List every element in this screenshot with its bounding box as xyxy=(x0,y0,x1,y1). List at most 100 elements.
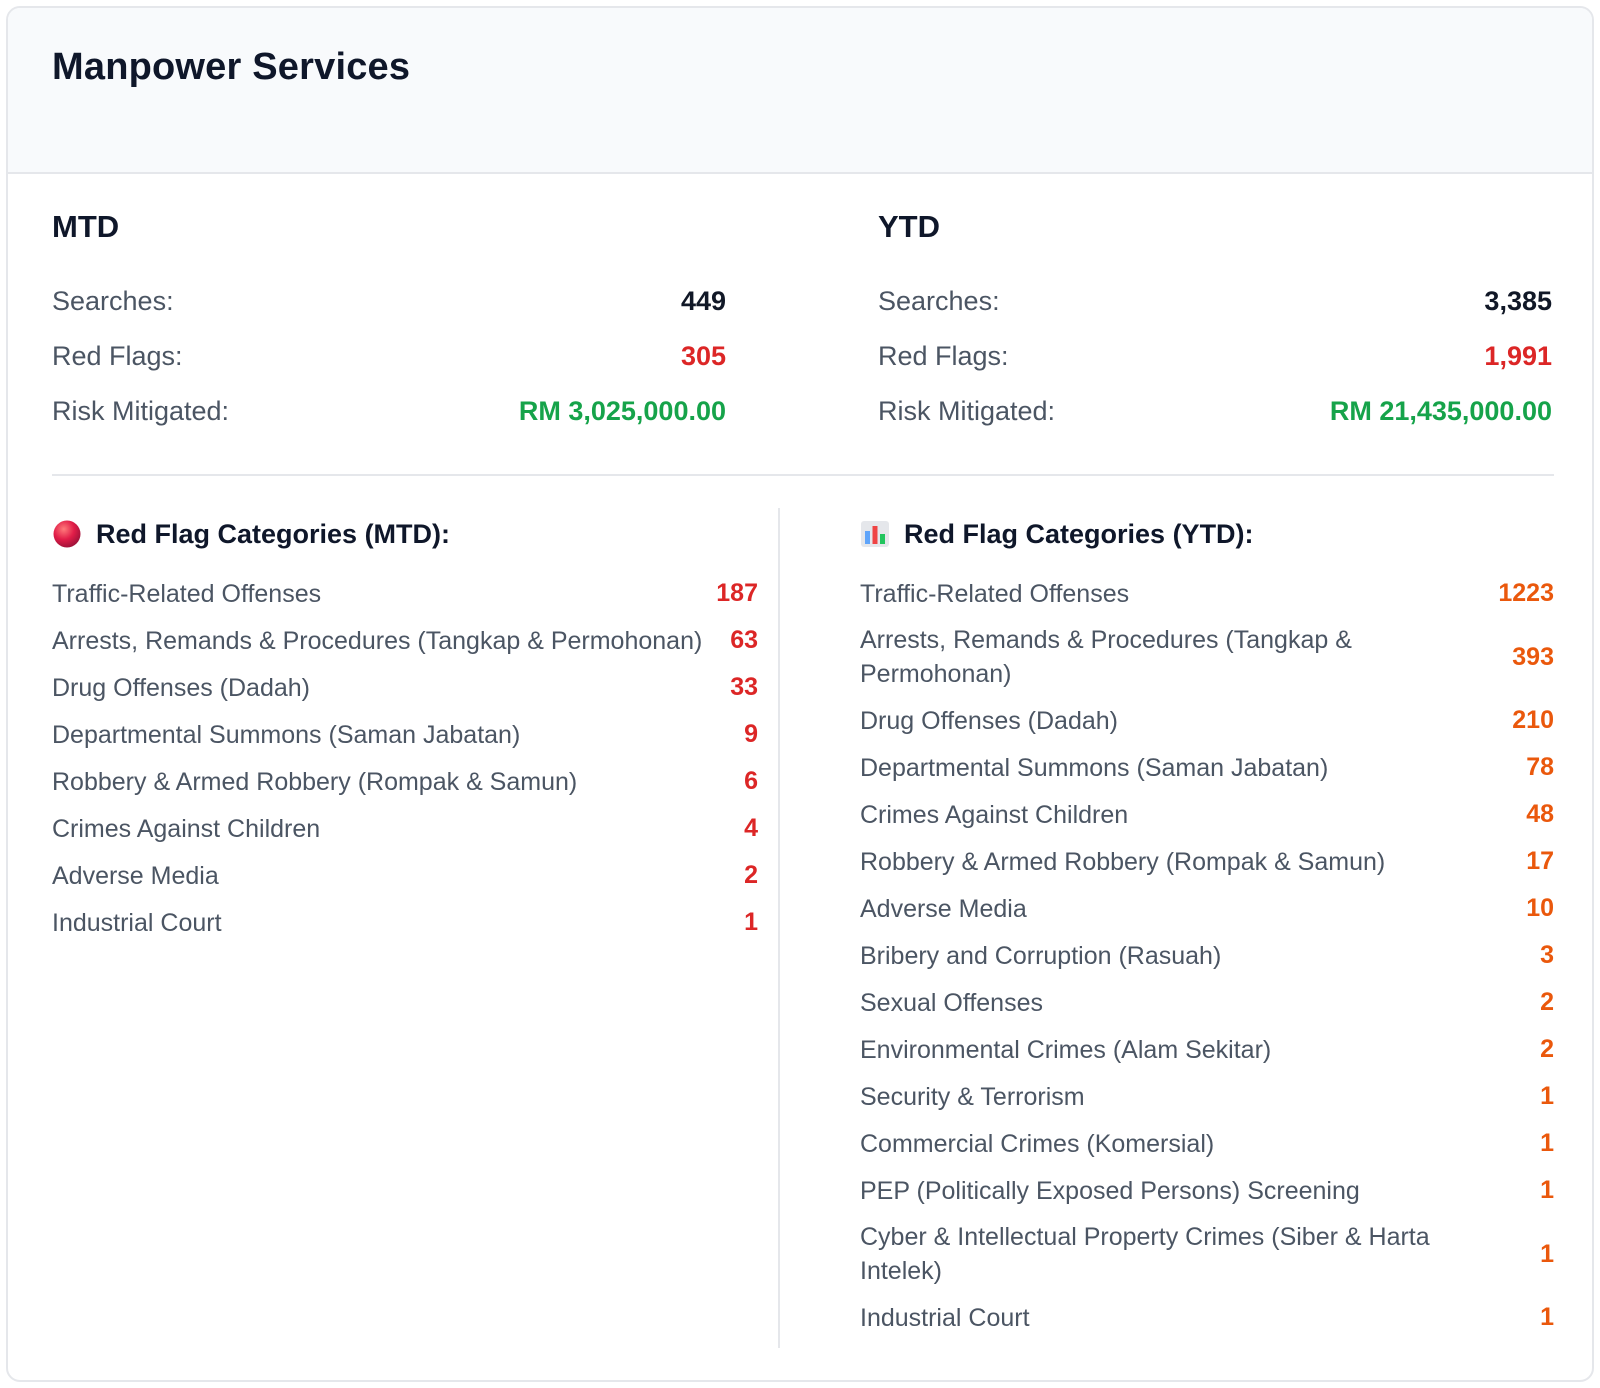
category-label: Traffic-Related Offenses xyxy=(860,579,1130,608)
mtd-risk-mitigated-value: RM 3,025,000.00 xyxy=(518,396,726,426)
category-row: Sexual Offenses 2 xyxy=(860,979,1554,1026)
category-count: 1 xyxy=(1540,1176,1554,1204)
category-count: 210 xyxy=(1512,706,1554,734)
category-row: Industrial Court 1 xyxy=(860,1294,1554,1341)
mtd-searches-row: Searches: 449 xyxy=(52,274,726,329)
category-label: Bribery and Corruption (Rasuah) xyxy=(860,941,1222,970)
category-label: Industrial Court xyxy=(860,1303,1030,1332)
ytd-category-list: Traffic-Related Offenses 1223 Arrests, Rem… xyxy=(860,570,1554,1341)
ytd-categories: Red Flag Categories (YTD): Traffic-Relat… xyxy=(860,512,1554,1341)
category-count: 393 xyxy=(1512,642,1554,671)
category-count: 9 xyxy=(744,720,758,748)
ytd-searches-value: 3,385 xyxy=(1484,286,1552,316)
category-label: Crimes Against Children xyxy=(860,800,1129,829)
category-row: Industrial Court 1 xyxy=(52,899,758,946)
category-row: Drug Offenses (Dadah) 33 xyxy=(52,664,758,711)
red-circle-icon xyxy=(52,519,82,549)
category-label: Departmental Summons (Saman Jabatan) xyxy=(52,720,521,749)
category-label: Departmental Summons (Saman Jabatan) xyxy=(860,753,1329,782)
summary-section: MTD Searches: 449 Red Flags: 305 Risk Mi… xyxy=(52,204,1554,476)
mtd-searches-value: 449 xyxy=(680,286,726,316)
category-count: 187 xyxy=(716,579,758,607)
mtd-categories-header: Red Flag Categories (MTD): xyxy=(52,512,758,556)
category-count: 63 xyxy=(730,626,758,654)
category-count: 33 xyxy=(730,673,758,701)
service-card: Manpower Services MTD Searches: 449 Red … xyxy=(6,6,1594,1382)
ytd-risk-mitigated-value: RM 21,435,000.00 xyxy=(1329,396,1552,426)
category-row: Traffic-Related Offenses 187 xyxy=(52,570,758,617)
category-label: Cyber & Intellectual Property Crimes (Si… xyxy=(860,1223,1430,1285)
category-count: 1223 xyxy=(1498,579,1554,607)
category-count: 1 xyxy=(1540,1303,1554,1331)
ytd-red-flags-value: 1,991 xyxy=(1484,341,1552,371)
ytd-categories-header: Red Flag Categories (YTD): xyxy=(860,512,1554,556)
category-row: Environmental Crimes (Alam Sekitar) 2 xyxy=(860,1026,1554,1073)
category-row: Bribery and Corruption (Rasuah) 3 xyxy=(860,932,1554,979)
category-count: 4 xyxy=(744,814,758,842)
category-row: Cyber & Intellectual Property Crimes (Si… xyxy=(860,1214,1554,1294)
category-count: 3 xyxy=(1540,941,1554,969)
category-count: 2 xyxy=(1540,1035,1554,1063)
category-row: Robbery & Armed Robbery (Rompak & Samun)… xyxy=(860,838,1554,885)
category-count: 1 xyxy=(744,908,758,936)
category-label: Commercial Crimes (Komersial) xyxy=(860,1129,1215,1158)
category-label: Adverse Media xyxy=(860,894,1027,923)
mtd-title: MTD xyxy=(52,209,120,244)
category-row: Traffic-Related Offenses 1223 xyxy=(860,570,1554,617)
category-label: Robbery & Armed Robbery (Rompak & Samun) xyxy=(860,847,1386,876)
category-label: PEP (Politically Exposed Persons) Screen… xyxy=(860,1176,1360,1205)
mtd-categories-title: Red Flag Categories (MTD): xyxy=(96,518,451,549)
ytd-searches-row: Searches: 3,385 xyxy=(878,274,1552,329)
category-row: Security & Terrorism 1 xyxy=(860,1073,1554,1120)
category-count: 2 xyxy=(1540,988,1554,1016)
category-label: Robbery & Armed Robbery (Rompak & Samun) xyxy=(52,767,578,796)
category-label: Traffic-Related Offenses xyxy=(52,579,322,608)
ytd-title: YTD xyxy=(878,209,940,244)
card-title: Manpower Services xyxy=(52,46,411,88)
category-label: Drug Offenses (Dadah) xyxy=(860,706,1118,735)
category-row: Arrests, Remands & Procedures (Tangkap &… xyxy=(52,617,758,664)
category-row: Departmental Summons (Saman Jabatan) 9 xyxy=(52,711,758,758)
category-row: Adverse Media 2 xyxy=(52,852,758,899)
category-label: Industrial Court xyxy=(52,908,222,937)
category-label: Sexual Offenses xyxy=(860,988,1043,1017)
category-row: Crimes Against Children 48 xyxy=(860,791,1554,838)
category-row: Drug Offenses (Dadah) 210 xyxy=(860,697,1554,744)
category-count: 48 xyxy=(1526,800,1554,828)
stat-label: Red Flags: xyxy=(52,341,183,371)
stat-label: Searches: xyxy=(878,286,1000,316)
stat-label: Searches: xyxy=(52,286,174,316)
category-count: 2 xyxy=(744,861,758,889)
category-label: Security & Terrorism xyxy=(860,1082,1085,1111)
stat-label: Red Flags: xyxy=(878,341,1009,371)
category-label: Arrests, Remands & Procedures (Tangkap &… xyxy=(860,626,1352,688)
mtd-red-flags-row: Red Flags: 305 xyxy=(52,329,726,384)
ytd-red-flags-row: Red Flags: 1,991 xyxy=(878,329,1552,384)
category-count: 17 xyxy=(1526,847,1554,875)
category-count: 1 xyxy=(1540,1082,1554,1110)
ytd-categories-title: Red Flag Categories (YTD): xyxy=(904,518,1254,549)
ytd-summary: YTD Searches: 3,385 Red Flags: 1,991 Ris… xyxy=(878,204,1552,439)
category-label: Drug Offenses (Dadah) xyxy=(52,673,310,702)
category-row: Robbery & Armed Robbery (Rompak & Samun)… xyxy=(52,758,758,805)
mtd-risk-mitigated-row: Risk Mitigated: RM 3,025,000.00 xyxy=(52,384,726,439)
card-header: Manpower Services xyxy=(8,8,1592,174)
category-label: Crimes Against Children xyxy=(52,814,321,843)
mtd-red-flags-value: 305 xyxy=(680,341,726,371)
category-row: PEP (Politically Exposed Persons) Screen… xyxy=(860,1167,1554,1214)
category-label: Arrests, Remands & Procedures (Tangkap &… xyxy=(52,626,703,655)
category-label: Adverse Media xyxy=(52,861,219,890)
category-count: 1 xyxy=(1540,1239,1554,1268)
category-count: 6 xyxy=(744,767,758,795)
category-row: Arrests, Remands & Procedures (Tangkap &… xyxy=(860,617,1554,697)
category-row: Adverse Media 10 xyxy=(860,885,1554,932)
category-count: 10 xyxy=(1526,894,1554,922)
ytd-risk-mitigated-row: Risk Mitigated: RM 21,435,000.00 xyxy=(878,384,1552,439)
category-count: 1 xyxy=(1540,1129,1554,1157)
section-divider xyxy=(52,474,1554,476)
category-row: Crimes Against Children 4 xyxy=(52,805,758,852)
stat-label: Risk Mitigated: xyxy=(52,396,230,426)
category-row: Commercial Crimes (Komersial) 1 xyxy=(860,1120,1554,1167)
stat-label: Risk Mitigated: xyxy=(878,396,1056,426)
bar-chart-icon xyxy=(860,519,890,549)
